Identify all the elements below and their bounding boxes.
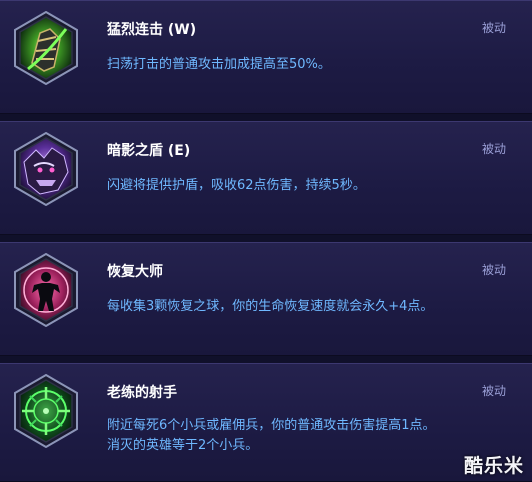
talent-type-label: 被动: [481, 263, 506, 277]
purple-shadow-beast-icon: [14, 132, 78, 206]
talent-description: 扫荡打击的普通攻击加成提高至50%。: [107, 55, 507, 75]
talent-type-label: 被动: [481, 21, 506, 35]
talent-title: 老练的射手: [107, 385, 177, 401]
talent-card-3[interactable]: 恢复大师 被动 每收集3颗恢复之球，你的生命恢复速度就会永久+4点。: [0, 242, 532, 356]
green-armored-fist-icon: [14, 11, 78, 85]
talent-card-1[interactable]: 猛烈连击 (W) 被动 扫荡打击的普通攻击加成提高至50%。: [0, 0, 532, 114]
talent-list: 猛烈连击 (W) 被动 扫荡打击的普通攻击加成提高至50%。 暗影之盾 (E) …: [0, 0, 532, 482]
talent-title: 恢复大师: [107, 264, 163, 280]
description-line: 消灭的英雄等于2个小兵。: [107, 438, 259, 453]
talent-title: 猛烈连击 (W): [107, 22, 197, 38]
site-watermark: 酷乐米: [463, 455, 524, 477]
green-crosshair-icon: [14, 374, 78, 448]
talent-description: 闪避将提供护盾，吸收62点伤害，持续5秒。: [107, 176, 507, 196]
talent-type-label: 被动: [481, 142, 506, 156]
talent-card-2[interactable]: 暗影之盾 (E) 被动 闪避将提供护盾，吸收62点伤害，持续5秒。: [0, 121, 532, 235]
talent-type-label: 被动: [481, 384, 506, 398]
description-line: 闪避将提供护盾，吸收62点伤害，持续5秒。: [107, 178, 366, 193]
description-line: 附近每死6个小兵或雇佣兵，你的普通攻击伤害提高1点。: [107, 418, 436, 433]
description-line: 每收集3颗恢复之球，你的生命恢复速度就会永久+4点。: [107, 299, 434, 314]
talent-description: 附近每死6个小兵或雇佣兵，你的普通攻击伤害提高1点。 消灭的英雄等于2个小兵。: [107, 416, 507, 456]
talent-card-4[interactable]: 老练的射手 被动 附近每死6个小兵或雇佣兵，你的普通攻击伤害提高1点。 消灭的英…: [0, 363, 532, 482]
talent-description: 每收集3颗恢复之球，你的生命恢复速度就会永久+4点。: [107, 297, 507, 317]
talent-title: 暗影之盾 (E): [107, 143, 191, 159]
regeneration-master-icon: [14, 253, 78, 327]
description-line: 扫荡打击的普通攻击加成提高至50%。: [107, 57, 331, 72]
